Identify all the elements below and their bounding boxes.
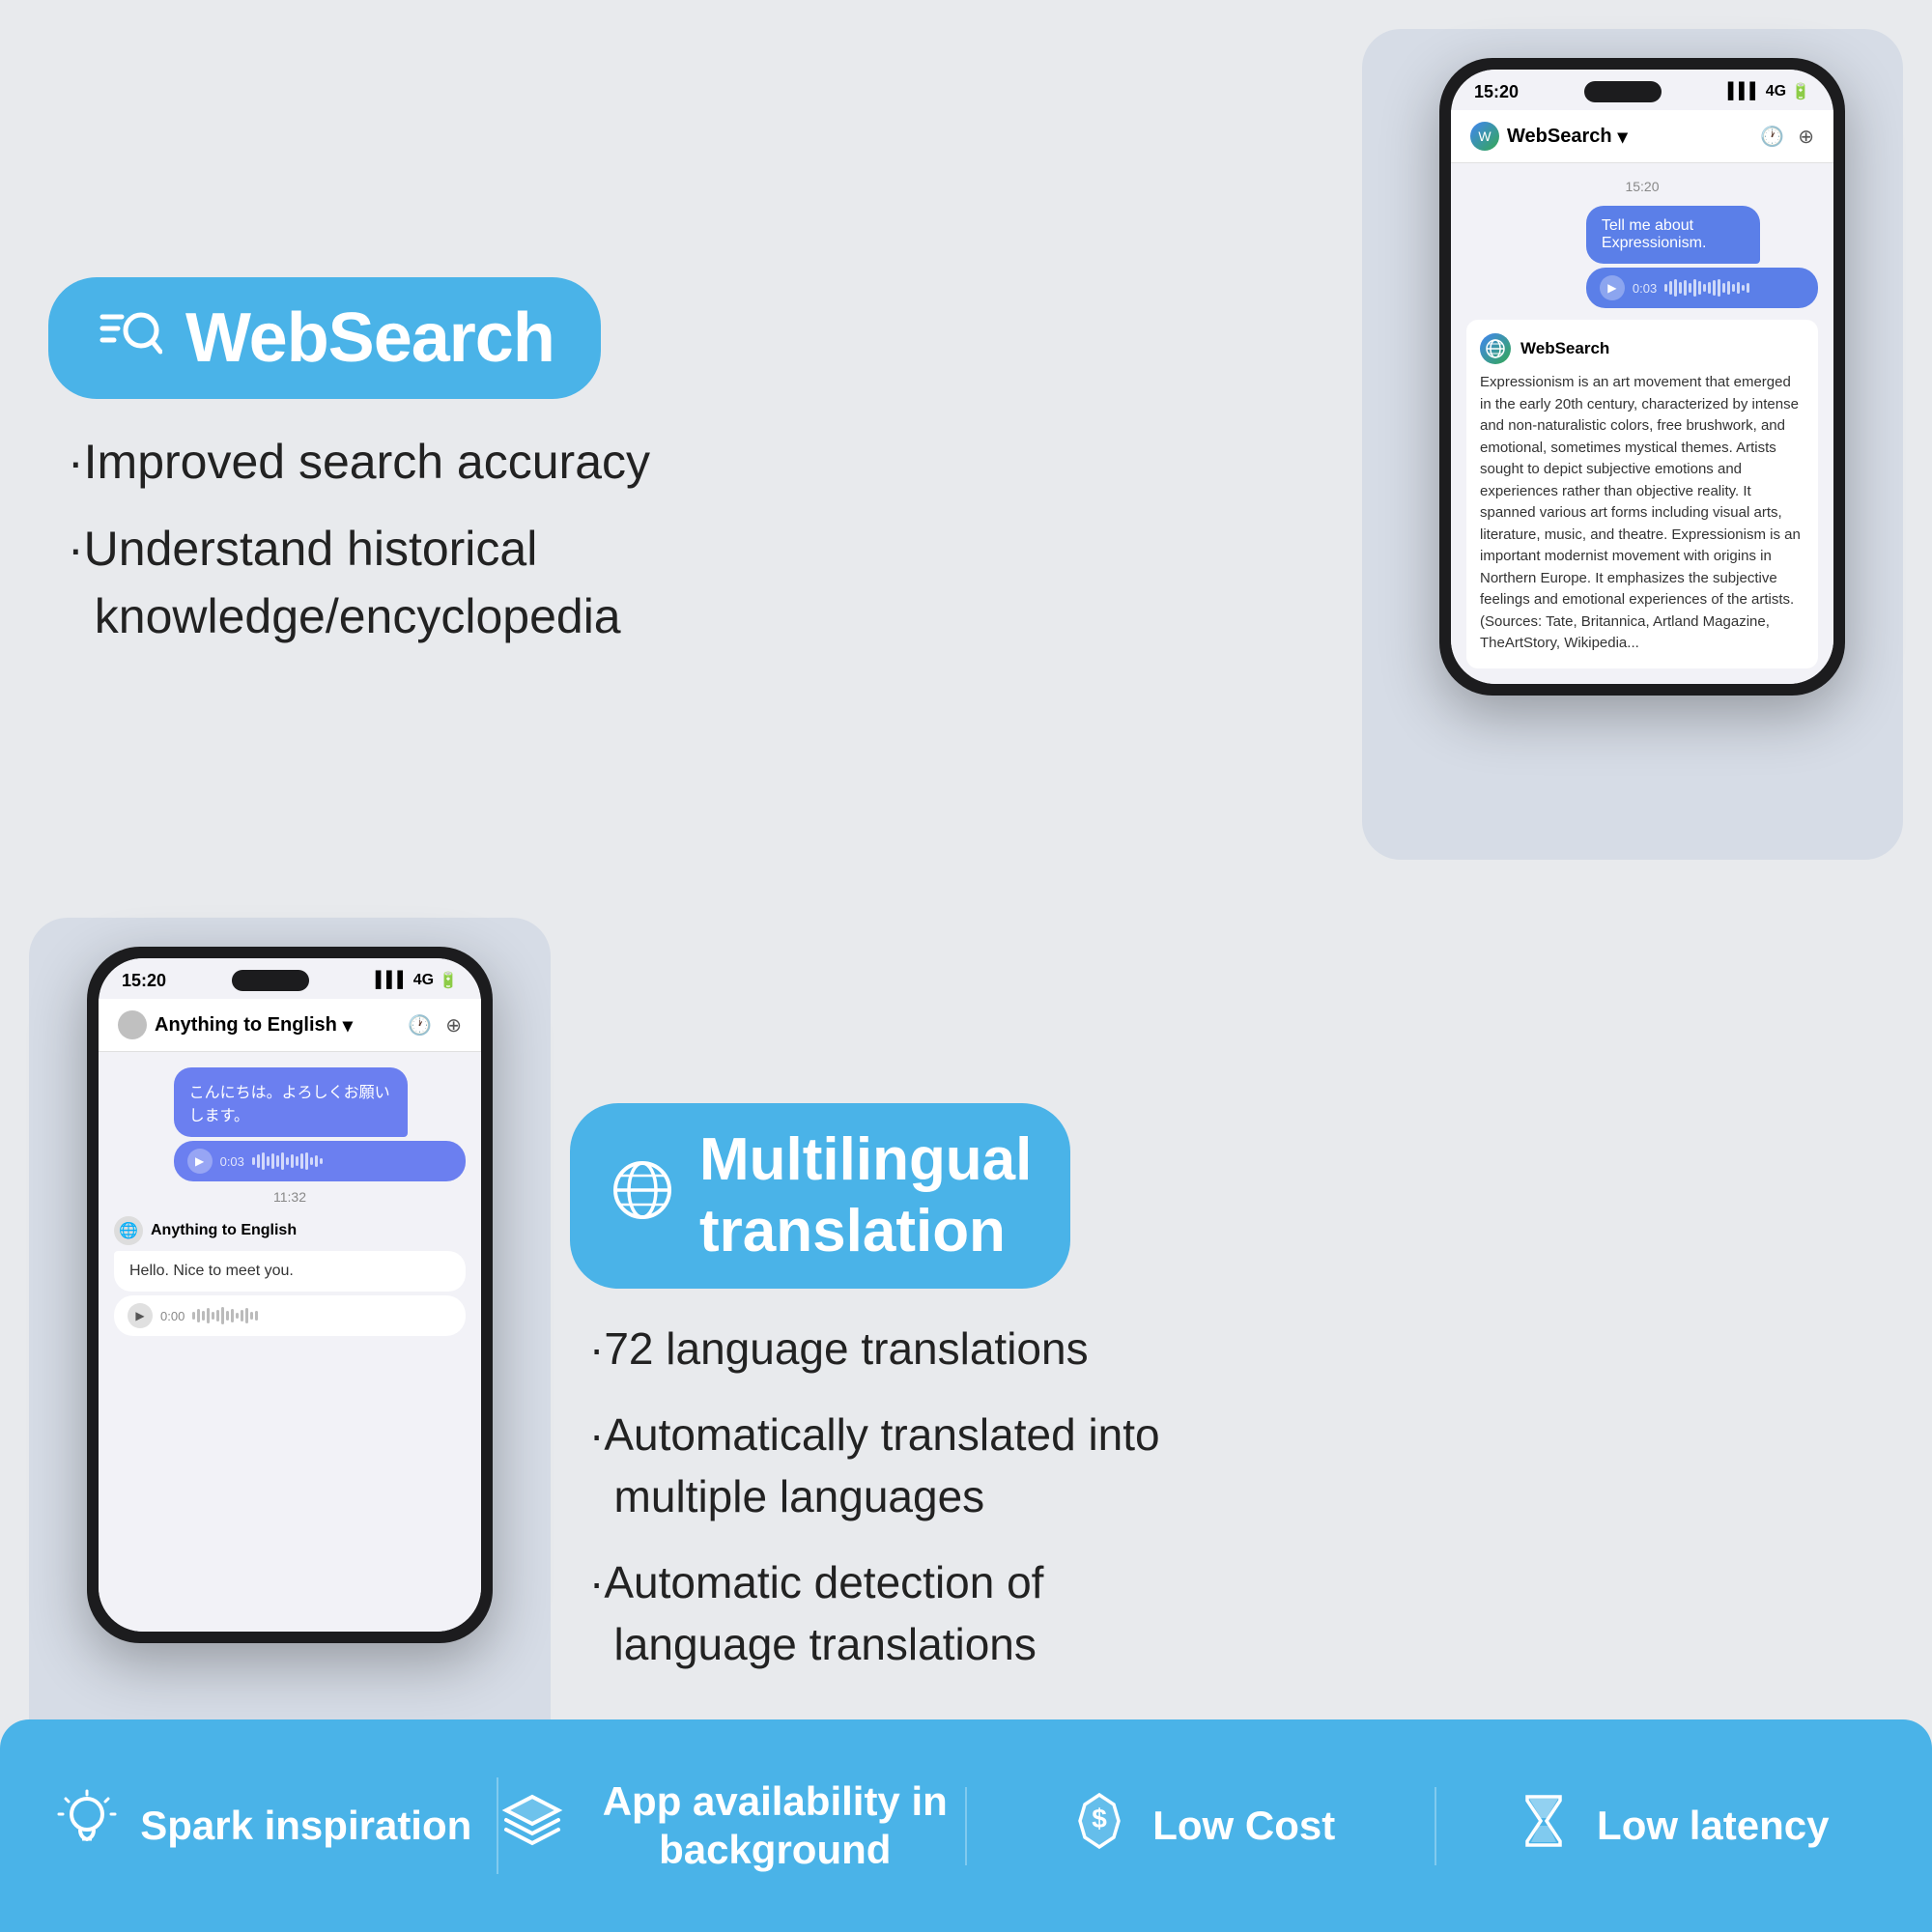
- ml-feature2: ·Automatically translated into multiple …: [589, 1404, 1884, 1528]
- chat-time-1: 15:20: [1466, 179, 1818, 194]
- audio-time-3: 0:00: [160, 1309, 185, 1323]
- layers-icon: [498, 1787, 566, 1865]
- response-header-1: WebSearch: [1480, 333, 1804, 364]
- bottom-item-cost: $ Low Cost: [965, 1787, 1435, 1865]
- response-avatar-2: 🌐: [114, 1216, 143, 1245]
- chat-time-2: 11:32: [114, 1189, 466, 1205]
- websearch-feature1: ·Improved search accuracy: [68, 428, 1362, 496]
- globe-icon: [609, 1156, 676, 1236]
- multilingual-title: Multilingual translation: [699, 1124, 1032, 1268]
- header-icons-2: 🕐 ⊕: [408, 1013, 462, 1037]
- multilingual-panel: Multilingual translation ·72 language tr…: [570, 947, 1884, 1855]
- response-name-2: Anything to English: [151, 1222, 297, 1239]
- response-audio-2: ▶ 0:00: [114, 1295, 466, 1336]
- phone-right: 15:20 ▌▌▌ 4G 🔋 W WebSearch: [1401, 39, 1884, 908]
- signal-icon-2: ▌▌▌: [376, 972, 409, 989]
- user-audio-2: ▶ 0:03: [174, 1141, 466, 1181]
- user-message-2: こんにちは。よろしくお願いします。: [174, 1067, 408, 1137]
- spark-label: Spark inspiration: [140, 1802, 471, 1850]
- user-audio-1: ▶ 0:03: [1586, 268, 1818, 308]
- websearch-feature2: ·Understand historical knowledge/encyclo…: [68, 515, 1362, 650]
- websearch-features: ·Improved search accuracy ·Understand hi…: [48, 428, 1362, 669]
- status-icons-1: ▌▌▌ 4G 🔋: [1728, 82, 1810, 101]
- multilingual-badge: Multilingual translation: [570, 1103, 1070, 1290]
- battery-icon-2: 🔋: [439, 971, 458, 990]
- bottom-bar: Spark inspiration App availability in ba…: [0, 1719, 1932, 1932]
- status-time-1: 15:20: [1474, 82, 1519, 102]
- clock-icon-2[interactable]: 🕐: [408, 1013, 432, 1037]
- header-title-2: Anything to English ▾: [155, 1013, 353, 1037]
- phone-frame-websearch: 15:20 ▌▌▌ 4G 🔋 W WebSearch: [1439, 58, 1845, 696]
- websearch-title: WebSearch: [185, 298, 554, 378]
- hourglass-icon: [1510, 1787, 1577, 1865]
- svg-text:$: $: [1092, 1804, 1107, 1833]
- user-bubble-1: Tell me about Expressionism. ▶ 0:03: [1466, 206, 1818, 308]
- top-section: WebSearch ·Improved search accuracy ·Und…: [0, 0, 1932, 947]
- response-name-1: WebSearch: [1520, 339, 1609, 358]
- user-bubble-2: こんにちは。よろしくお願いします。 ▶ 0:03: [114, 1067, 466, 1181]
- ml-feature1: ·72 language translations: [589, 1318, 1884, 1379]
- status-time-2: 15:20: [122, 971, 166, 991]
- audio-time-1: 0:03: [1633, 281, 1657, 296]
- multilingual-features: ·72 language translations ·Automatically…: [570, 1318, 1884, 1698]
- chat-area-1: 15:20 Tell me about Expressionism. ▶ 0:0…: [1451, 163, 1833, 684]
- bottom-item-app: App availability in background: [497, 1777, 966, 1875]
- audio-time-2: 0:03: [220, 1154, 244, 1169]
- phone-frame-translation: 15:20 ▌▌▌ 4G 🔋 Anything t: [87, 947, 493, 1643]
- bottom-item-spark: Spark inspiration: [29, 1787, 497, 1865]
- signal-icon-1: ▌▌▌: [1728, 83, 1761, 100]
- chat-area-2: こんにちは。よろしくお願いします。 ▶ 0:03: [99, 1052, 481, 1632]
- websearch-badge: WebSearch: [48, 277, 601, 399]
- status-bar-1: 15:20 ▌▌▌ 4G 🔋: [1451, 70, 1833, 102]
- add-icon-1[interactable]: ⊕: [1798, 125, 1814, 149]
- play-button-1[interactable]: ▶: [1600, 275, 1625, 300]
- clock-icon-1[interactable]: 🕐: [1760, 125, 1784, 149]
- waveform-1: [1664, 278, 1749, 298]
- response-header-2: 🌐 Anything to English: [114, 1216, 466, 1245]
- websearch-panel: WebSearch ·Improved search accuracy ·Und…: [48, 39, 1362, 908]
- ml-feature3: ·Automatic detection of language transla…: [589, 1551, 1884, 1676]
- cost-icon: $: [1065, 1787, 1133, 1865]
- websearch-icon: [95, 299, 162, 377]
- waveform-2: [252, 1151, 323, 1171]
- response-avatar-1: [1480, 333, 1511, 364]
- response-text-2: Hello. Nice to meet you.: [114, 1251, 466, 1292]
- bottom-item-latency: Low latency: [1435, 1787, 1904, 1865]
- app-label: App availability in background: [585, 1777, 966, 1875]
- network-icon-1: 4G: [1766, 83, 1786, 100]
- bulb-icon: [53, 1787, 121, 1865]
- phone-header-2: Anything to English ▾ 🕐 ⊕: [99, 999, 481, 1052]
- status-bar-2: 15:20 ▌▌▌ 4G 🔋: [99, 958, 481, 991]
- cost-label: Low Cost: [1152, 1802, 1335, 1850]
- battery-icon-1: 🔋: [1791, 82, 1810, 101]
- header-title-1: WebSearch ▾: [1507, 125, 1628, 149]
- play-button-2[interactable]: ▶: [187, 1149, 213, 1174]
- response-text-1: Expressionism is an art movement that em…: [1480, 372, 1804, 655]
- phone-header-1: W WebSearch ▾ 🕐 ⊕: [1451, 110, 1833, 163]
- latency-label: Low latency: [1597, 1802, 1829, 1850]
- header-avatar-2: [118, 1010, 147, 1039]
- add-icon-2[interactable]: ⊕: [445, 1013, 462, 1037]
- play-button-3[interactable]: ▶: [128, 1303, 153, 1328]
- user-message-1: Tell me about Expressionism.: [1586, 206, 1760, 264]
- waveform-3: [192, 1306, 258, 1325]
- status-icons-2: ▌▌▌ 4G 🔋: [376, 971, 458, 990]
- header-icons-1: 🕐 ⊕: [1760, 125, 1814, 149]
- phone-left: 15:20 ▌▌▌ 4G 🔋 Anything t: [48, 947, 531, 1855]
- network-icon-2: 4G: [413, 972, 434, 989]
- response-block-2: 🌐 Anything to English Hello. Nice to mee…: [114, 1216, 466, 1336]
- chat-response-1: WebSearch Expressionism is an art moveme…: [1466, 320, 1818, 668]
- header-avatar-1: W: [1470, 122, 1499, 151]
